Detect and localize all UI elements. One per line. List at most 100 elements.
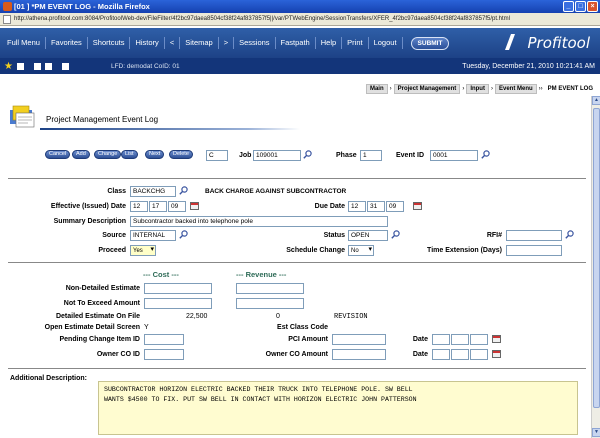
document-icon[interactable]	[61, 62, 69, 70]
additional-description-text[interactable]: SUBCONTRACTOR HORIZON ELECTRIC BACKED TH…	[98, 381, 578, 435]
job-label: Job	[239, 152, 252, 159]
phase-field[interactable]: 1	[360, 150, 382, 161]
current-datetime: Tuesday, December 21, 2010 10:21:41 AM	[462, 62, 595, 70]
maximize-icon[interactable]: □	[575, 1, 586, 12]
window-icon-2[interactable]	[44, 62, 52, 70]
scroll-down-icon[interactable]: ▼	[592, 428, 600, 437]
source-label: Source	[102, 232, 126, 239]
pci-year[interactable]	[470, 334, 488, 345]
nte-revenue-field[interactable]	[236, 298, 304, 309]
crumb-current: PM EVENT LOG	[547, 86, 593, 92]
pci-amount-field[interactable]	[332, 334, 386, 345]
scroll-up-icon[interactable]: ▲	[592, 96, 600, 105]
schedule-change-select[interactable]: No	[348, 245, 374, 256]
mode-field[interactable]: C	[206, 150, 228, 161]
status-field[interactable]: OPEN	[348, 230, 388, 241]
menu-shortcuts[interactable]: Shortcuts	[88, 37, 131, 49]
proceed-select[interactable]: Yes	[130, 245, 156, 256]
status-lookup-icon[interactable]	[391, 230, 400, 239]
job-lookup-icon[interactable]	[303, 150, 312, 159]
cancel-button[interactable]: Cancel	[45, 150, 71, 159]
event-id-label: Event ID	[396, 152, 425, 159]
calendar-icon[interactable]	[492, 350, 501, 358]
effective-day[interactable]: 17	[149, 201, 167, 212]
brand-logo: Profitool	[527, 34, 590, 52]
source-field[interactable]: INTERNAL	[130, 230, 176, 241]
vertical-scrollbar[interactable]: ▲ ▼	[591, 96, 600, 438]
due-year[interactable]: 09	[386, 201, 404, 212]
owner-co-id-label: Owner CO ID	[96, 351, 140, 358]
crumb-separator: ››	[538, 86, 543, 92]
owner-co-day[interactable]	[451, 349, 469, 360]
class-field[interactable]: BACKCHG	[130, 186, 176, 197]
crumb-input[interactable]: Input	[466, 84, 489, 94]
page-icon	[3, 15, 11, 24]
effective-year[interactable]: 09	[168, 201, 186, 212]
next-button[interactable]: Next	[145, 150, 165, 159]
nte-cost-field[interactable]	[144, 298, 212, 309]
window-icon[interactable]	[16, 62, 24, 70]
pci-day[interactable]	[451, 334, 469, 345]
phase-label: Phase	[336, 152, 357, 159]
class-label: Class	[107, 188, 126, 195]
menu-back[interactable]: <	[165, 37, 181, 49]
crumb-event-menu[interactable]: Event Menu	[494, 84, 537, 94]
menu-history[interactable]: History	[130, 37, 165, 49]
minimize-icon[interactable]: _	[563, 1, 574, 12]
crumb-project-management[interactable]: Project Management	[393, 84, 461, 94]
source-lookup-icon[interactable]	[179, 230, 188, 239]
non-detailed-cost-field[interactable]	[144, 283, 212, 294]
menu-sitemap[interactable]: Sitemap	[180, 37, 219, 49]
rfi-lookup-icon[interactable]	[565, 230, 574, 239]
open-estimate-label: Open Estimate Detail Screen	[44, 324, 140, 331]
submit-button[interactable]: SUBMIT	[410, 36, 450, 50]
menu-fastpath[interactable]: Fastpath	[276, 37, 316, 49]
calendar-icon[interactable]	[413, 202, 422, 210]
owner-co-amount-field[interactable]	[332, 349, 386, 360]
profitool-logo-mark	[505, 34, 515, 50]
job-field[interactable]: 109001	[253, 150, 301, 161]
due-month[interactable]: 12	[348, 201, 366, 212]
effective-month[interactable]: 12	[130, 201, 148, 212]
owner-co-month[interactable]	[432, 349, 450, 360]
pin-icon[interactable]	[33, 62, 41, 70]
owner-co-year[interactable]	[470, 349, 488, 360]
menu-forward[interactable]: >	[219, 37, 235, 49]
address-bar[interactable]: http://athena.profitool.com:8084/Profito…	[0, 13, 600, 26]
calendar-icon[interactable]	[492, 335, 501, 343]
menu-help[interactable]: Help	[316, 37, 343, 49]
pending-change-field[interactable]	[144, 334, 184, 345]
favorite-star-icon[interactable]: ★	[4, 61, 13, 72]
scroll-thumb[interactable]	[593, 108, 600, 408]
status-label: Status	[323, 232, 345, 239]
close-icon[interactable]: ×	[587, 1, 598, 12]
open-estimate-value[interactable]: Y	[144, 324, 149, 331]
menu-print[interactable]: Print	[342, 37, 369, 49]
due-day[interactable]: 31	[367, 201, 385, 212]
window-title-bar: [01 ] *PM EVENT LOG - Mozilla Firefox _ …	[0, 0, 600, 13]
crumb-main[interactable]: Main	[365, 84, 388, 94]
pci-month[interactable]	[432, 334, 450, 345]
time-extension-field[interactable]	[506, 245, 562, 256]
rfi-field[interactable]	[506, 230, 562, 241]
menu-favorites[interactable]: Favorites	[46, 37, 88, 49]
menu-sessions[interactable]: Sessions	[234, 37, 276, 49]
non-detailed-revenue-field[interactable]	[236, 283, 304, 294]
menu-logout[interactable]: Logout	[369, 37, 403, 49]
menu-full-menu[interactable]: Full Menu	[2, 37, 46, 49]
class-lookup-icon[interactable]	[179, 186, 188, 195]
summary-field[interactable]: Subcontractor backed into telephone pole	[130, 216, 388, 227]
add-button[interactable]: Add	[72, 150, 90, 159]
detailed-estimate-cost: 22,500	[186, 313, 208, 320]
event-id-field[interactable]: 0001	[430, 150, 478, 161]
owner-co-id-field[interactable]	[144, 349, 184, 360]
calendar-icon[interactable]	[190, 202, 199, 210]
event-id-lookup-icon[interactable]	[481, 150, 490, 159]
change-button[interactable]: Change	[94, 150, 122, 159]
rfi-label: RFI#	[486, 232, 502, 239]
list-button[interactable]: List	[121, 150, 138, 159]
cost-header: --- Cost ---	[143, 270, 179, 279]
section-divider	[8, 368, 586, 369]
delete-button[interactable]: Delete	[169, 150, 193, 159]
summary-label: Summary Description	[53, 218, 126, 225]
